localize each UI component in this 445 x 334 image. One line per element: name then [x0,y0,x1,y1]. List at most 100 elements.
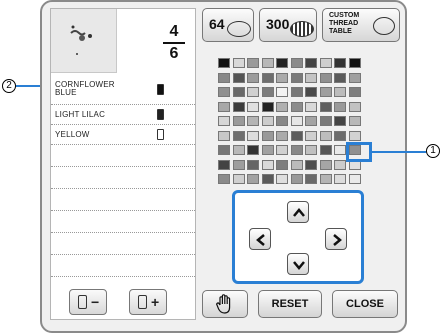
palette-swatch[interactable] [247,101,259,112]
palette-swatch[interactable] [276,87,288,97]
palette-swatch[interactable] [232,116,245,126]
palette-swatch[interactable] [232,159,245,170]
palette-swatch[interactable] [348,101,361,112]
palette-swatch[interactable] [319,72,332,83]
palette-swatch[interactable] [290,87,303,97]
palette-swatch[interactable] [319,58,332,68]
palette-swatch[interactable] [218,145,230,155]
palette-swatch[interactable] [261,72,274,83]
palette-swatch[interactable] [319,116,332,126]
palette-swatch[interactable] [276,145,288,155]
palette-swatch[interactable] [247,72,259,83]
palette-swatch[interactable] [218,116,230,126]
spool-plus-button[interactable]: + [129,289,167,315]
palette-swatch[interactable] [334,72,346,83]
palette-swatch[interactable] [276,101,288,112]
palette-swatch[interactable] [348,58,361,68]
palette-swatch[interactable] [305,174,317,184]
palette-swatch[interactable] [261,116,274,126]
palette-swatch[interactable] [218,87,230,97]
palette-swatch[interactable] [290,130,303,141]
palette-swatch[interactable] [276,58,288,68]
palette-swatch[interactable] [261,130,274,141]
palette-swatch[interactable] [232,145,245,155]
thread-row[interactable]: LIGHT LILAC [51,105,195,125]
palette-swatch[interactable] [276,159,288,170]
close-button[interactable]: CLOSE [332,290,398,318]
palette-swatch[interactable] [247,159,259,170]
palette-swatch[interactable] [290,174,303,184]
palette-swatch[interactable] [290,58,303,68]
palette-swatch[interactable] [261,58,274,68]
palette-swatch[interactable] [305,130,317,141]
palette-swatch[interactable] [305,159,317,170]
palette-swatch[interactable] [261,174,274,184]
palette-swatch[interactable] [290,159,303,170]
palette-swatch[interactable] [334,116,346,126]
palette-swatch[interactable] [290,101,303,112]
palette-swatch[interactable] [232,101,245,112]
palette-swatch[interactable] [247,145,259,155]
palette-swatch[interactable] [334,159,346,170]
thread-row[interactable]: CORNFLOWER BLUE [51,77,195,105]
palette-64-button[interactable]: 64 [202,8,254,42]
palette-swatch[interactable] [232,87,245,97]
thread-row[interactable]: YELLOW [51,125,195,145]
palette-swatch[interactable] [247,116,259,126]
palette-swatch[interactable] [218,101,230,112]
arrow-up-button[interactable] [287,201,309,223]
palette-swatch[interactable] [261,159,274,170]
palette-swatch[interactable] [305,116,317,126]
palette-swatch[interactable] [247,58,259,68]
palette-swatch[interactable] [334,87,346,97]
arrow-right-button[interactable] [325,228,347,250]
palette-swatch[interactable] [334,101,346,112]
palette-swatch[interactable] [276,116,288,126]
palette-swatch[interactable] [276,72,288,83]
palette-swatch[interactable] [348,130,361,141]
palette-swatch[interactable] [276,174,288,184]
palette-swatch[interactable] [319,130,332,141]
palette-swatch[interactable] [334,130,346,141]
palette-swatch[interactable] [290,72,303,83]
palette-swatch[interactable] [348,174,361,184]
palette-swatch[interactable] [305,87,317,97]
palette-swatch[interactable] [261,101,274,112]
palette-swatch[interactable] [334,58,346,68]
palette-swatch[interactable] [290,116,303,126]
palette-swatch[interactable] [348,72,361,83]
palette-swatch[interactable] [348,116,361,126]
palette-swatch[interactable] [348,87,361,97]
palette-swatch[interactable] [218,159,230,170]
palette-swatch[interactable] [232,130,245,141]
spool-minus-button[interactable]: − [69,289,107,315]
custom-thread-table-button[interactable]: CUSTOM THREAD TABLE [322,8,400,42]
reset-button[interactable]: RESET [258,290,322,318]
palette-swatch[interactable] [247,87,259,97]
palette-swatch[interactable] [276,130,288,141]
palette-swatch[interactable] [305,72,317,83]
palette-swatch[interactable] [218,58,230,68]
palette-swatch[interactable] [261,145,274,155]
arrow-left-button[interactable] [249,228,271,250]
palette-swatch[interactable] [319,145,332,155]
palette-swatch[interactable] [232,58,245,68]
palette-swatch[interactable] [319,87,332,97]
palette-swatch[interactable] [261,87,274,97]
palette-swatch[interactable] [218,130,230,141]
arrow-down-button[interactable] [287,253,309,275]
palette-swatch[interactable] [334,174,346,184]
palette-swatch[interactable] [319,174,332,184]
palette-swatch[interactable] [218,174,230,184]
palette-300-button[interactable]: 300 [259,8,317,42]
palette-swatch[interactable] [247,130,259,141]
palette-swatch[interactable] [319,159,332,170]
palette-swatch[interactable] [305,58,317,68]
palette-swatch[interactable] [334,145,346,155]
palette-swatch[interactable] [247,174,259,184]
palette-swatch[interactable] [232,72,245,83]
palette-swatch[interactable] [305,101,317,112]
palette-swatch[interactable] [290,145,303,155]
palette-swatch[interactable] [218,72,230,83]
palette-swatch[interactable] [319,101,332,112]
